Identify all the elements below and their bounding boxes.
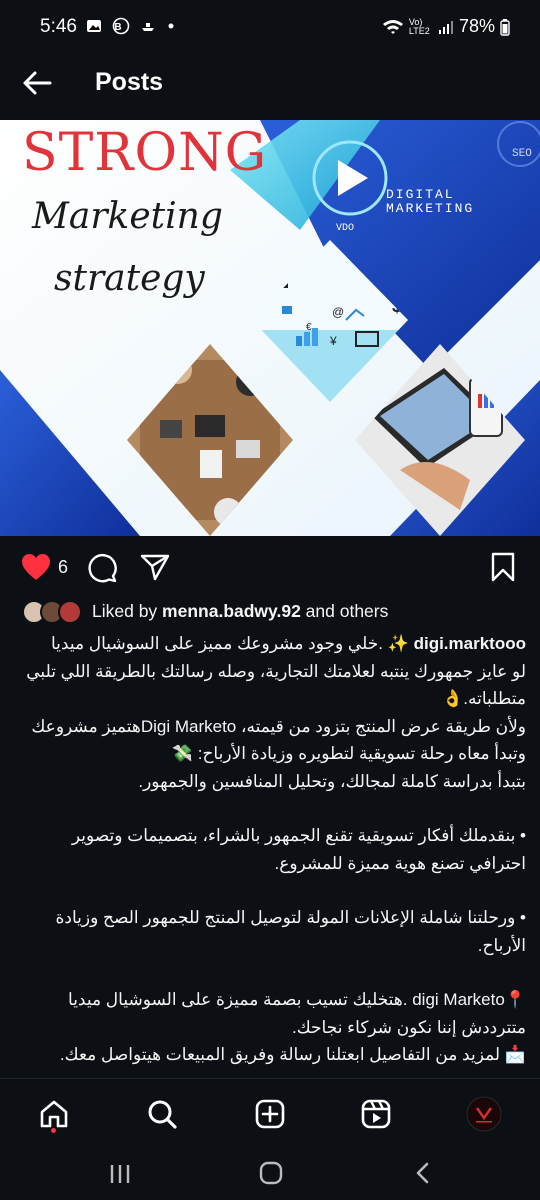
home-icon xyxy=(40,1100,68,1128)
comment-icon[interactable] xyxy=(86,552,118,584)
reels-icon xyxy=(361,1099,391,1129)
system-nav xyxy=(0,1148,540,1200)
caption-bullet: • بنقدملك أفكار تسويقية تقنع الجمهور بال… xyxy=(71,826,526,873)
boat-icon xyxy=(142,23,155,32)
nav-reels[interactable] xyxy=(358,1096,394,1132)
svg-text:¥: ¥ xyxy=(329,334,337,348)
liked-by-prefix: Liked by xyxy=(92,601,163,621)
caption-bullet: • ورحلتنا شاملة الإعلانات المولة لتوصيل … xyxy=(55,908,526,955)
headline-strategy: strategy xyxy=(54,258,205,299)
network-label: Vo) LTE2 xyxy=(408,17,430,37)
liked-by-row[interactable]: Liked by menna.badwy.92 and others xyxy=(22,600,530,626)
notification-icons: B xyxy=(86,17,175,35)
status-bar: 5:46 B Vo) LTE2 78% xyxy=(0,0,540,52)
b-icon: B xyxy=(112,17,130,35)
share-icon[interactable] xyxy=(140,552,170,582)
back-button-icon[interactable] xyxy=(410,1160,436,1186)
nav-create[interactable] xyxy=(252,1096,288,1132)
svg-text:@: @ xyxy=(332,305,344,319)
headline-marketing: Marketing xyxy=(31,196,223,237)
create-icon xyxy=(255,1099,285,1129)
signal-icon xyxy=(438,21,453,35)
status-time: 5:46 xyxy=(40,16,77,37)
battery-percent: 78% xyxy=(458,16,495,36)
caption-text: متترددش إننا نكون شركاء نجاحك. xyxy=(291,1017,526,1037)
like-count[interactable]: 6 xyxy=(58,557,68,578)
marketing-text: MARKETING xyxy=(386,201,474,216)
dot-icon xyxy=(168,23,174,29)
vdo-text: VDO xyxy=(336,223,354,234)
status-right: Vo) LTE2 78% xyxy=(382,16,510,37)
page-title: Posts xyxy=(95,68,164,96)
bottom-nav xyxy=(0,1078,540,1149)
liker-avatars xyxy=(22,600,86,624)
headline-strong: STRONG xyxy=(22,123,267,183)
digital-text: DIGITAL xyxy=(386,187,455,202)
liked-by-user[interactable]: menna.badwy.92 xyxy=(162,601,301,621)
wifi-icon xyxy=(382,20,403,35)
home-button-icon[interactable] xyxy=(258,1160,284,1186)
save-bookmark-icon[interactable] xyxy=(490,552,516,582)
caption-username[interactable]: digi.marktooo xyxy=(414,634,526,653)
nav-home[interactable] xyxy=(36,1096,72,1132)
liked-by-text[interactable]: Liked by menna.badwy.92 and others xyxy=(92,601,388,622)
like-heart-icon[interactable] xyxy=(20,552,52,582)
liked-by-suffix: and others xyxy=(300,601,389,621)
back-arrow-icon[interactable] xyxy=(20,66,54,100)
caption-text: 📍digi Marketo .هتخليك تسيب بصمة مميزة عل… xyxy=(68,990,526,1009)
svg-text:€: € xyxy=(306,322,312,333)
post-artwork: SEO VDO DIGITAL MARKETING STRONG Marketi… xyxy=(0,120,540,536)
caption-text: 📩 لمزيد من التفاصيل ابعتلنا رسالة وفريق … xyxy=(59,1045,526,1064)
top-bar: Posts xyxy=(0,52,540,114)
battery-icon xyxy=(500,19,510,36)
caption-text: ولأن طريقة عرض المنتج بتزود من قيمته، Di… xyxy=(31,716,526,764)
image-icon xyxy=(87,20,101,33)
post-actions: 6 xyxy=(0,544,540,590)
avatar xyxy=(58,600,82,624)
caption-text: ✨ .خلي وجود مشروعك مميز على السوشيال ميد… xyxy=(50,634,409,653)
caption-first-line: digi.marktooo ✨ .خلي وجود مشروعك مميز عل… xyxy=(14,630,526,658)
search-icon xyxy=(148,1100,177,1129)
svg-text:B: B xyxy=(115,22,128,33)
seo-text: SEO xyxy=(512,148,532,160)
recent-apps-icon[interactable] xyxy=(108,1162,132,1186)
nav-profile[interactable] xyxy=(466,1096,502,1132)
caption-text: لو عايز جمهورك ينتبه لعلامتك التجارية، و… xyxy=(26,661,526,709)
profile-avatar xyxy=(466,1096,502,1132)
post-image[interactable]: SEO VDO DIGITAL MARKETING STRONG Marketi… xyxy=(0,120,540,536)
notification-dot xyxy=(51,1128,56,1133)
nav-search[interactable] xyxy=(144,1096,180,1132)
post-caption: digi.marktooo ✨ .خلي وجود مشروعك مميز عل… xyxy=(14,630,526,1078)
caption-text: بتبدأ بدراسة كاملة لمجالك، وتحليل المناف… xyxy=(138,771,526,791)
